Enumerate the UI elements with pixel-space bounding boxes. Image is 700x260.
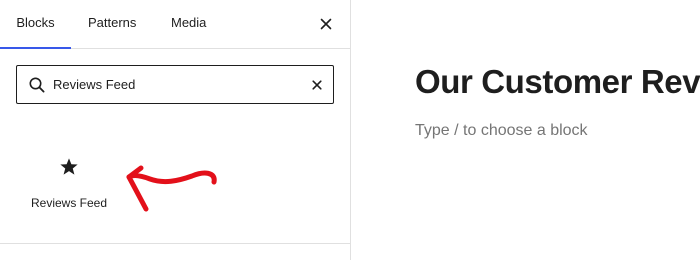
inserter-tabs: Blocks Patterns Media: [0, 0, 350, 49]
clear-search-button[interactable]: [305, 73, 329, 97]
tab-media-label: Media: [171, 15, 207, 30]
block-result-label: Reviews Feed: [30, 196, 108, 210]
curved-arrow-icon: [126, 165, 217, 212]
block-inserter-panel: Blocks Patterns Media Reviews Feed Revie…: [0, 0, 351, 260]
post-title[interactable]: Our Customer Reviews: [415, 62, 700, 102]
close-inserter-button[interactable]: [314, 12, 338, 36]
search-input[interactable]: [53, 66, 293, 103]
tab-blocks-label: Blocks: [16, 15, 55, 30]
close-icon: [320, 18, 332, 30]
editor-canvas: Our Customer Reviews Type / to choose a …: [351, 0, 700, 260]
tab-patterns[interactable]: Patterns: [88, 0, 136, 48]
block-result-reviews-feed[interactable]: Reviews Feed: [22, 150, 116, 216]
star-icon: [60, 158, 78, 175]
block-search-field: [16, 65, 334, 104]
tab-patterns-label: Patterns: [88, 15, 137, 30]
active-tab-indicator: [0, 47, 71, 49]
panel-divider: [0, 243, 350, 244]
tab-media[interactable]: Media: [171, 0, 206, 48]
block-appender-placeholder[interactable]: Type / to choose a block: [415, 122, 588, 140]
clear-icon: [312, 80, 322, 90]
search-icon: [29, 77, 45, 93]
tab-blocks[interactable]: Blocks: [0, 0, 71, 49]
